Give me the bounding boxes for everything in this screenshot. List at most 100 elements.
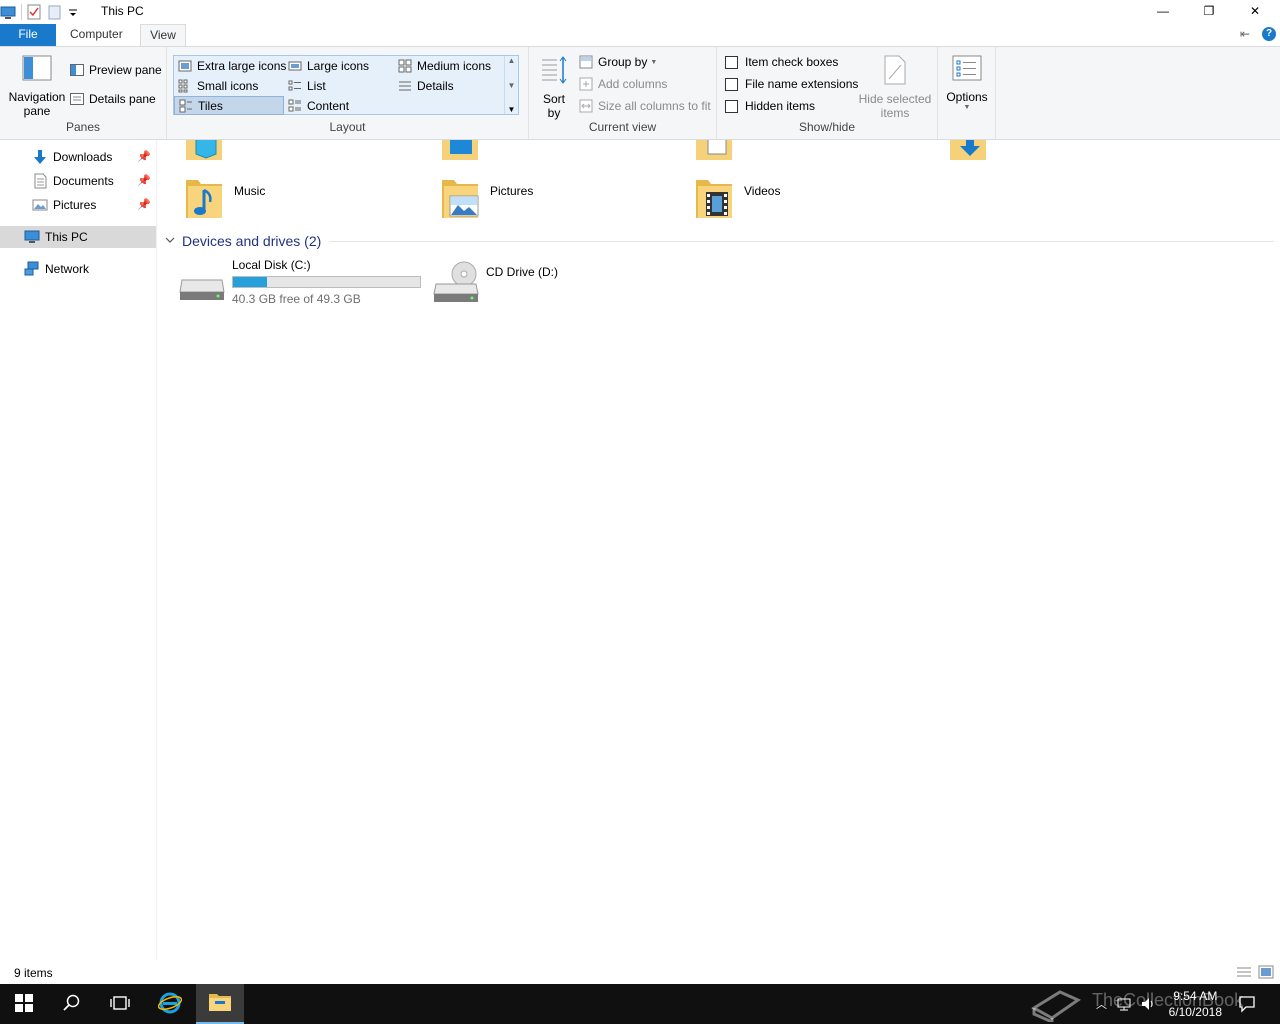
documents-folder-icon[interactable] bbox=[694, 140, 734, 167]
tab-computer[interactable]: Computer bbox=[60, 24, 133, 46]
documents-icon bbox=[32, 173, 48, 189]
group-by-icon bbox=[579, 55, 593, 69]
start-button[interactable] bbox=[0, 984, 48, 1024]
size-columns-label: Size all columns to fit bbox=[598, 99, 711, 113]
help-icon[interactable]: ? bbox=[1262, 27, 1276, 41]
nav-item-documents[interactable]: Documents 📌 bbox=[0, 170, 156, 192]
new-folder-icon[interactable] bbox=[47, 4, 63, 20]
sort-by-icon bbox=[539, 55, 569, 88]
options-group: Options ▼ bbox=[938, 47, 996, 139]
folder-videos[interactable]: Videos bbox=[694, 176, 934, 226]
this-pc-icon[interactable] bbox=[0, 4, 16, 20]
layout-small-icons[interactable]: Small icons bbox=[174, 76, 284, 95]
hidden-items-label: Hidden items bbox=[745, 99, 816, 113]
chevron-down-icon[interactable] bbox=[164, 234, 176, 249]
nav-item-downloads[interactable]: Downloads 📌 bbox=[0, 146, 156, 168]
extra-large-icons-icon bbox=[178, 59, 192, 73]
details-pane-icon bbox=[70, 92, 84, 106]
preview-pane-icon bbox=[70, 63, 84, 77]
layout-details-label: Details bbox=[417, 78, 454, 93]
file-name-extensions-toggle[interactable]: File name extensions bbox=[725, 77, 858, 91]
preview-pane-label: Preview pane bbox=[89, 63, 162, 77]
properties-icon[interactable] bbox=[26, 4, 42, 20]
search-button[interactable] bbox=[48, 984, 96, 1024]
task-view-button[interactable] bbox=[96, 984, 144, 1024]
group-by-button[interactable]: Group by ▼ bbox=[579, 55, 657, 69]
nav-item-pictures[interactable]: Pictures 📌 bbox=[0, 194, 156, 216]
show-hidden-icons-chevron-icon[interactable]: ︿ bbox=[1096, 996, 1107, 1012]
layout-medium-icons[interactable]: Medium icons bbox=[394, 56, 504, 75]
pin-icon[interactable]: 📌 bbox=[137, 150, 151, 163]
navigation-pane: Downloads 📌 Documents 📌 Pictures 📌 This … bbox=[0, 140, 157, 960]
item-check-boxes-toggle[interactable]: Item check boxes bbox=[725, 55, 838, 69]
pin-icon[interactable]: 📌 bbox=[137, 198, 151, 211]
devices-and-drives-header[interactable]: Devices and drives (2) bbox=[164, 230, 1274, 252]
layout-large-icons[interactable]: Large icons bbox=[284, 56, 394, 75]
tab-view[interactable]: View bbox=[140, 24, 186, 47]
downloads-folder-icon[interactable] bbox=[948, 140, 988, 167]
minimize-button[interactable]: — bbox=[1140, 0, 1186, 22]
gallery-expand-icon[interactable]: ▼ bbox=[508, 105, 516, 114]
music-folder-icon bbox=[184, 176, 224, 223]
drive-cd-d[interactable]: CD Drive (D:) bbox=[432, 260, 558, 307]
large-icons-view-icon[interactable] bbox=[1258, 965, 1274, 982]
size-all-columns-button[interactable]: Size all columns to fit bbox=[579, 99, 711, 113]
volume-icon[interactable] bbox=[1140, 996, 1156, 1015]
details-pane-button[interactable]: Details pane bbox=[70, 92, 156, 106]
hidden-items-checkbox[interactable] bbox=[725, 99, 738, 113]
preview-pane-button[interactable]: Preview pane bbox=[70, 63, 162, 77]
nav-item-this-pc[interactable]: This PC bbox=[0, 226, 156, 248]
pin-icon[interactable]: 📌 bbox=[137, 174, 151, 187]
close-button[interactable]: ✕ bbox=[1232, 0, 1278, 22]
separator bbox=[21, 4, 22, 20]
desktop-folder-icon[interactable] bbox=[440, 140, 480, 167]
options-button[interactable]: Options ▼ bbox=[944, 55, 990, 111]
3d-objects-folder-icon[interactable] bbox=[184, 140, 224, 167]
folder-pictures[interactable]: Pictures bbox=[440, 176, 680, 226]
scroll-up-icon[interactable]: ▲ bbox=[508, 56, 516, 65]
show-hide-group: Item check boxes File name extensions Hi… bbox=[717, 47, 938, 139]
pin-ribbon-icon[interactable]: ⇤ bbox=[1240, 27, 1250, 41]
layout-extra-large-icons[interactable]: Extra large icons bbox=[174, 56, 286, 75]
content-area: Music Pictures Videos Devices and drives… bbox=[158, 140, 1280, 960]
network-status-icon[interactable] bbox=[1116, 996, 1132, 1015]
file-name-extensions-checkbox[interactable] bbox=[725, 77, 738, 91]
internet-explorer-button[interactable] bbox=[146, 984, 194, 1024]
sort-by-label: Sort bbox=[542, 92, 565, 106]
nav-this-pc-label: This PC bbox=[45, 230, 88, 244]
restore-button[interactable]: ❐ bbox=[1186, 0, 1232, 22]
add-columns-button[interactable]: Add columns bbox=[579, 77, 667, 91]
status-bar: 9 items bbox=[0, 960, 1280, 984]
action-center-icon[interactable] bbox=[1238, 995, 1256, 1016]
layout-gallery-scrollbar[interactable]: ▲ ▼ ▼ bbox=[504, 56, 518, 114]
sort-by-button[interactable]: Sort by bbox=[539, 55, 569, 120]
file-explorer-button[interactable] bbox=[196, 984, 244, 1024]
nav-item-network[interactable]: Network bbox=[0, 258, 156, 280]
videos-folder-icon bbox=[694, 176, 734, 223]
taskbar: TheCollectionBook ︿ 9:54 AM 6/10/2018 bbox=[0, 984, 1280, 1024]
window-title: This PC bbox=[101, 4, 144, 18]
drive-local-disk-c[interactable]: Local Disk (C:) 40.3 GB free of 49.3 GB bbox=[178, 258, 421, 306]
navigation-pane-button[interactable]: Navigation pane bbox=[8, 55, 66, 118]
restore-icon: ❐ bbox=[1203, 4, 1215, 18]
details-view-icon[interactable] bbox=[1236, 965, 1252, 982]
disk-usage-fill bbox=[233, 277, 267, 287]
layout-details[interactable]: Details bbox=[394, 76, 504, 95]
taskbar-clock[interactable]: 9:54 AM 6/10/2018 bbox=[1169, 988, 1222, 1020]
tab-file[interactable]: File bbox=[0, 24, 56, 46]
folder-music[interactable]: Music bbox=[184, 176, 424, 226]
hide-selected-items-button[interactable]: Hide selected items bbox=[858, 55, 932, 120]
customize-toolbar-chevron-icon[interactable] bbox=[68, 4, 78, 20]
item-check-boxes-checkbox[interactable] bbox=[725, 55, 738, 69]
layout-medium-icons-label: Medium icons bbox=[417, 58, 492, 73]
this-pc-icon bbox=[24, 229, 40, 245]
scroll-down-icon[interactable]: ▼ bbox=[508, 81, 516, 90]
hidden-items-toggle[interactable]: Hidden items bbox=[725, 99, 815, 113]
layout-content[interactable]: Content bbox=[284, 96, 394, 115]
layout-list[interactable]: List bbox=[284, 76, 394, 95]
layout-content-label: Content bbox=[307, 98, 350, 113]
large-icons-icon bbox=[288, 59, 302, 73]
hide-selected-label: Hide selected bbox=[858, 92, 932, 106]
layout-tiles[interactable]: Tiles bbox=[174, 96, 284, 115]
add-columns-icon bbox=[579, 77, 593, 91]
